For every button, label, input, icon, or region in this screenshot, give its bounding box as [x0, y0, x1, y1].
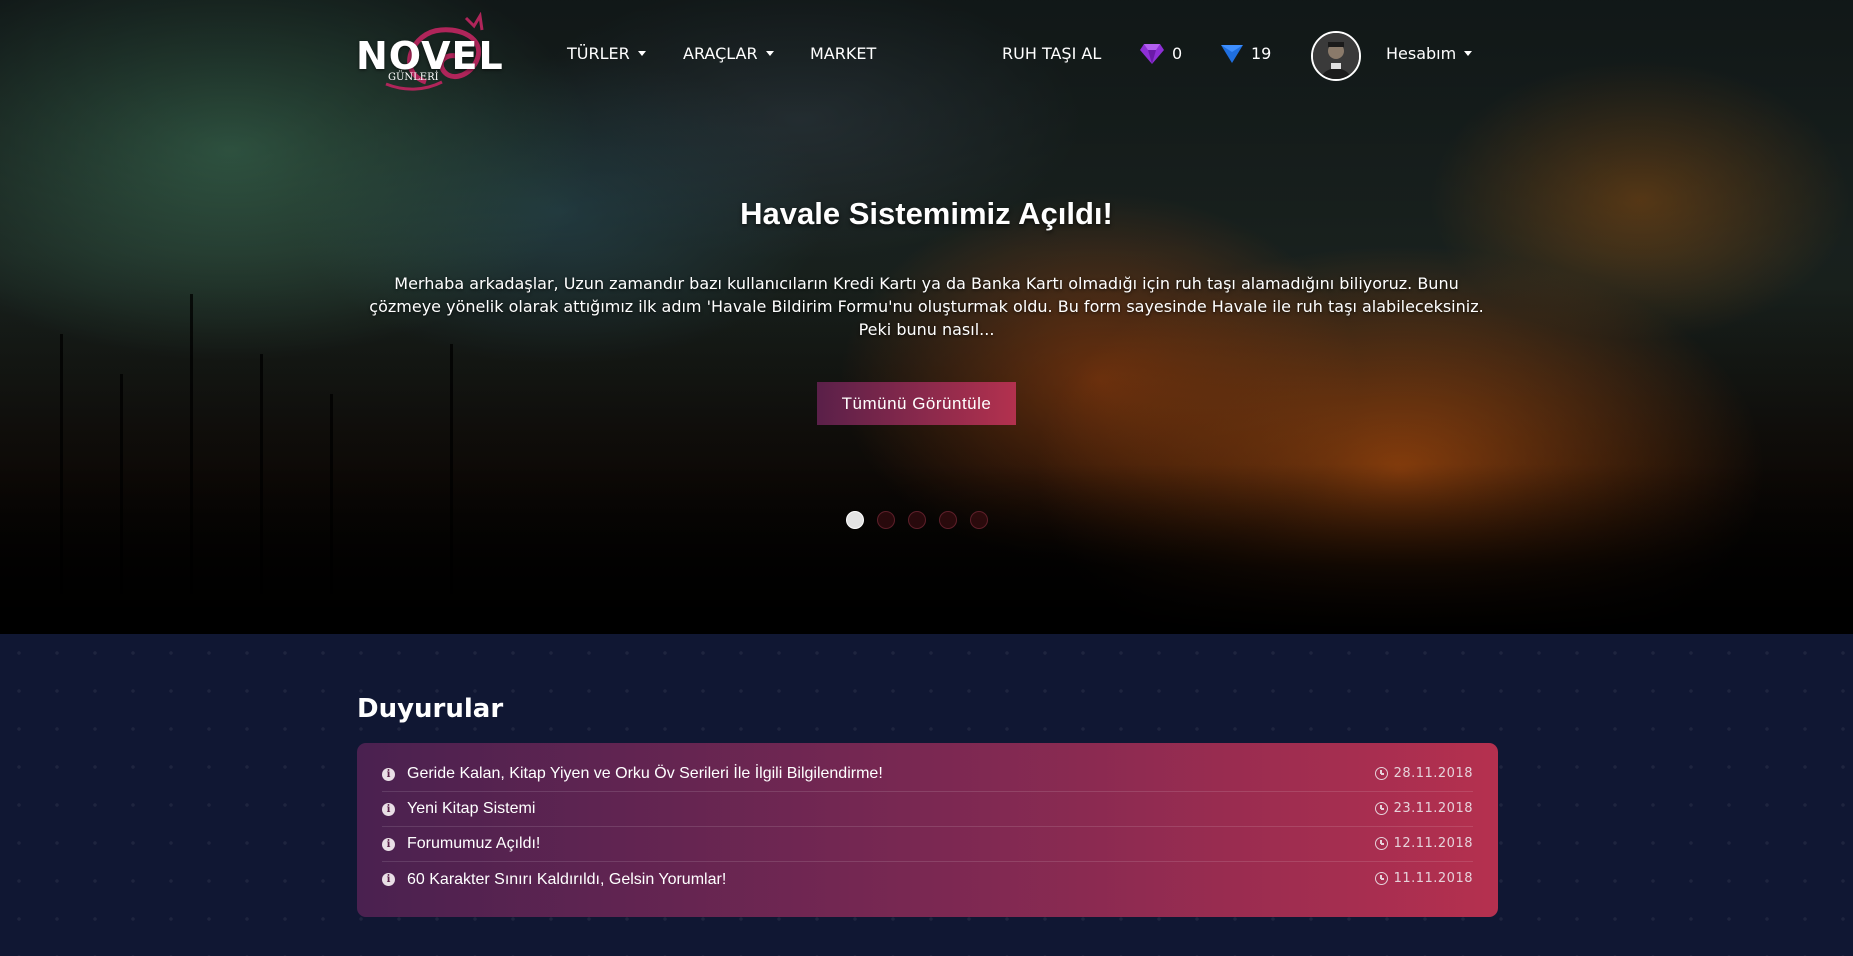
nav-market-label: MARKET: [810, 44, 877, 63]
announcement-title: 60 Karakter Sınırı Kaldırıldı, Gelsin Yo…: [407, 870, 727, 888]
site-logo[interactable]: NOVEL GÜNLERİ: [356, 12, 508, 96]
nav-turler-label: TÜRLER: [567, 44, 630, 63]
info-icon: i: [382, 767, 395, 781]
carousel-indicators: [846, 511, 988, 529]
purple-gem-balance[interactable]: 0: [1140, 42, 1182, 64]
info-icon: i: [382, 873, 395, 886]
announcements-section: Duyurular i Geride Kalan, Kitap Yiyen ve…: [0, 634, 1853, 956]
announcement-title: Yeni Kitap Sistemi: [407, 800, 536, 817]
carousel-dot-4[interactable]: [939, 511, 957, 529]
clock-icon: [1374, 767, 1388, 780]
logo-subtitle: GÜNLERİ: [388, 72, 439, 83]
clock-icon: [1374, 837, 1388, 850]
nav-araclar-label: ARAÇLAR: [683, 44, 758, 63]
purple-gem-count: 0: [1172, 43, 1183, 63]
clock-icon: [1374, 872, 1388, 885]
carousel-dot-3[interactable]: [908, 511, 926, 529]
announcement-date-text: 28.11.2018: [1393, 766, 1473, 781]
blue-gem-icon: [1221, 45, 1243, 63]
announcement-item[interactable]: i Forumumuz Açıldı! 12.11.2018: [382, 827, 1473, 862]
hero-banner: NOVEL GÜNLERİ TÜRLER ARAÇLAR MARKET RUH …: [0, 0, 1853, 634]
announcement-title: Forumumuz Açıldı!: [407, 835, 541, 852]
buy-soulstone-link[interactable]: RUH TAŞI AL: [1002, 44, 1101, 63]
announcement-date: 12.11.2018: [1374, 836, 1473, 851]
decor-spear: [330, 394, 333, 594]
carousel-dot-1[interactable]: [846, 511, 864, 529]
nav-araclar[interactable]: ARAÇLAR: [683, 44, 774, 63]
caret-down-icon: [1464, 51, 1473, 56]
announcements-title: Duyurular: [357, 694, 504, 724]
carousel-dot-2[interactable]: [877, 511, 895, 529]
announcement-date: 23.11.2018: [1374, 801, 1473, 816]
blue-gem-balance[interactable]: 19: [1221, 42, 1271, 64]
announcements-list: i Geride Kalan, Kitap Yiyen ve Orku Öv S…: [357, 743, 1498, 917]
carousel-dot-5[interactable]: [970, 511, 988, 529]
decor-spear: [190, 294, 193, 594]
slide-title: Havale Sistemimiz Açıldı!: [740, 196, 1113, 231]
announcement-item[interactable]: i Yeni Kitap Sistemi 23.11.2018: [382, 792, 1473, 827]
announcement-date-text: 23.11.2018: [1393, 801, 1473, 816]
hero-ground-shadow: [0, 464, 1853, 634]
decor-spear: [450, 344, 453, 594]
buy-soulstone-label: RUH TAŞI AL: [1002, 44, 1102, 63]
announcement-item[interactable]: i 60 Karakter Sınırı Kaldırıldı, Gelsin …: [382, 862, 1473, 897]
decor-spear: [260, 354, 263, 594]
announcement-item[interactable]: i Geride Kalan, Kitap Yiyen ve Orku Öv S…: [382, 757, 1473, 792]
caret-down-icon: [637, 51, 646, 56]
caret-down-icon: [765, 51, 774, 56]
account-menu[interactable]: Hesabım: [1386, 44, 1473, 63]
decor-spear: [60, 334, 63, 594]
announcement-date: 11.11.2018: [1374, 871, 1473, 886]
top-navbar: NOVEL GÜNLERİ TÜRLER ARAÇLAR MARKET RUH …: [0, 0, 1853, 110]
announcement-date-text: 12.11.2018: [1393, 836, 1473, 851]
decor-spear: [120, 374, 123, 594]
nav-market[interactable]: MARKET: [810, 44, 876, 63]
info-icon: i: [382, 802, 395, 816]
user-avatar[interactable]: [1311, 31, 1361, 81]
announcement-title: Geride Kalan, Kitap Yiyen ve Orku Öv Ser…: [407, 765, 883, 782]
view-all-button[interactable]: Tümünü Görüntüle: [817, 382, 1016, 425]
blue-gem-count: 19: [1251, 43, 1272, 63]
announcement-date-text: 11.11.2018: [1393, 871, 1473, 886]
account-menu-label: Hesabım: [1386, 44, 1457, 63]
purple-gem-icon: [1140, 44, 1164, 64]
avatar-image: [1313, 33, 1359, 79]
info-icon: i: [382, 837, 395, 851]
slide-description: Merhaba arkadaşlar, Uzun zamandır bazı k…: [369, 274, 1484, 339]
nav-turler[interactable]: TÜRLER: [567, 44, 646, 63]
clock-icon: [1374, 802, 1388, 815]
announcement-date: 28.11.2018: [1374, 766, 1473, 781]
